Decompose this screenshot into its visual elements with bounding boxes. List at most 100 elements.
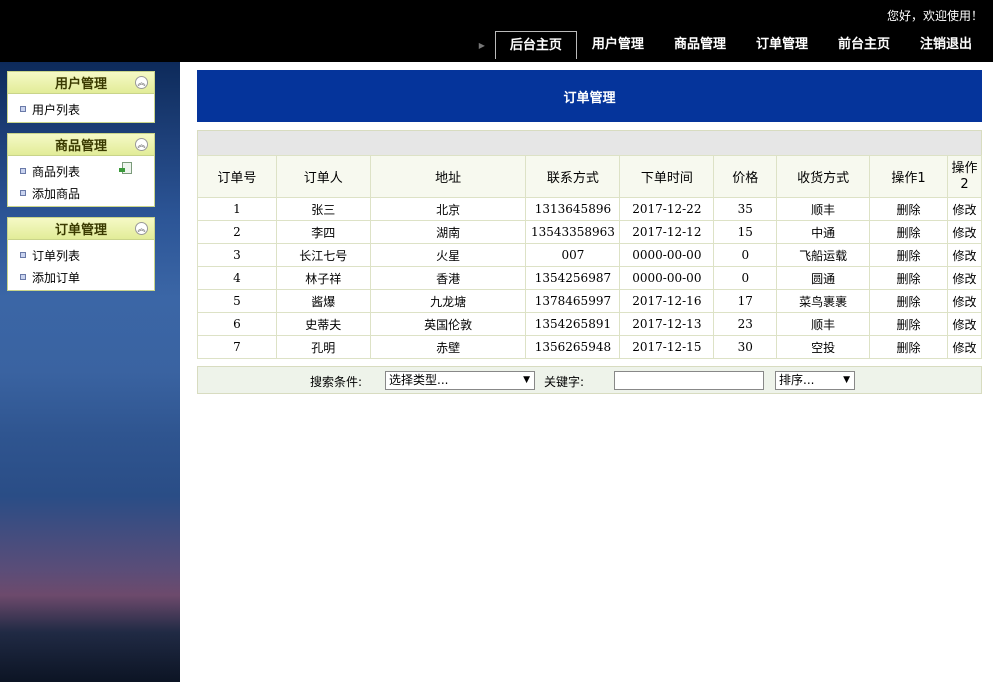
delete-link[interactable]: 删除 [869, 289, 948, 313]
sidebar-item-label: 订单列表 [32, 248, 81, 263]
col-address: 地址 [369, 155, 527, 198]
edit-link[interactable]: 修改 [946, 312, 983, 336]
cell-delivery: 圆通 [776, 266, 871, 290]
sidebar-item-label: 添加商品 [32, 186, 81, 201]
cell-delivery: 顺丰 [776, 197, 871, 221]
panel-order-management: 订单管理 ︽ 订单列表 添加订单 [7, 217, 155, 291]
cell-contact: 1356265948 [525, 335, 621, 359]
col-price: 价格 [713, 155, 778, 198]
keyword-label: 关键字: [544, 375, 585, 389]
cell-customer: 林子祥 [275, 266, 371, 290]
cell-order-time: 2017-12-12 [619, 220, 715, 244]
cell-order-time: 2017-12-22 [619, 197, 715, 221]
top-header: 您好，欢迎使用！ ▶ 后台主页 用户管理 商品管理 订单管理 前台主页 注销退出 [0, 0, 993, 62]
panel-title: 订单管理 [54, 223, 107, 238]
cell-price: 0 [713, 266, 778, 290]
bullet-icon [20, 274, 26, 280]
cell-order-id: 6 [197, 312, 277, 336]
sidebar-item-add-product[interactable]: 添加商品 [8, 182, 154, 204]
nav-front-home[interactable]: 前台主页 [823, 31, 905, 59]
panel-title: 商品管理 [54, 139, 107, 154]
table-row: 5 酱爆 九龙塘 1378465997 2017-12-16 17 菜鸟裹裹 删除 修改 [197, 289, 983, 313]
collapse-icon[interactable]: ︽ [135, 76, 148, 89]
sidebar-item-user-list[interactable]: 用户列表 [8, 98, 154, 120]
edit-link[interactable]: 修改 [946, 220, 983, 244]
nav-logout[interactable]: 注销退出 [905, 31, 987, 59]
sidebar-item-order-list[interactable]: 订单列表 [8, 244, 154, 266]
type-select-value: 选择类型... [389, 373, 449, 387]
bullet-icon [20, 106, 26, 112]
delete-link[interactable]: 删除 [869, 220, 948, 244]
keyword-input[interactable] [614, 371, 764, 390]
cell-price: 23 [713, 312, 778, 336]
edit-link[interactable]: 修改 [946, 266, 983, 290]
nav-admin-home[interactable]: 后台主页 [494, 31, 577, 59]
orders-table: 订单号 订单人 地址 联系方式 下单时间 价格 收货方式 操作1 操作2 1 张三… [197, 155, 983, 359]
bullet-icon [20, 252, 26, 258]
sidebar-item-add-order[interactable]: 添加订单 [8, 266, 154, 288]
cell-delivery: 飞船运载 [776, 243, 871, 267]
col-customer: 订单人 [275, 155, 371, 198]
type-select[interactable]: 选择类型... ▼ [385, 371, 535, 390]
cell-address: 香港 [369, 266, 527, 290]
panel-user-management: 用户管理 ︽ 用户列表 [7, 71, 155, 123]
cell-delivery: 空投 [776, 335, 871, 359]
edit-link[interactable]: 修改 [946, 289, 983, 313]
cell-address: 北京 [369, 197, 527, 221]
cell-price: 0 [713, 243, 778, 267]
delete-link[interactable]: 删除 [869, 197, 948, 221]
welcome-text: 您好，欢迎使用！ [886, 9, 983, 23]
cell-price: 35 [713, 197, 778, 221]
panel-header: 商品管理 ︽ [8, 134, 154, 156]
cell-contact: 1313645896 [525, 197, 621, 221]
nav-order-management[interactable]: 订单管理 [741, 31, 823, 59]
delete-link[interactable]: 删除 [869, 335, 948, 359]
cell-order-time: 2017-12-15 [619, 335, 715, 359]
sidebar-item-label: 商品列表 [32, 164, 81, 179]
sidebar-item-label: 添加订单 [32, 270, 81, 285]
cell-delivery: 菜鸟裹裹 [776, 289, 871, 313]
nav-arrow-icon: ▶ [478, 40, 485, 50]
cell-price: 15 [713, 220, 778, 244]
cell-order-id: 5 [197, 289, 277, 313]
collapse-icon[interactable]: ︽ [135, 138, 148, 151]
cell-price: 17 [713, 289, 778, 313]
delete-link[interactable]: 删除 [869, 266, 948, 290]
sidebar-item-label: 用户列表 [32, 102, 81, 117]
sort-select[interactable]: 排序... ▼ [775, 371, 855, 390]
cell-customer: 张三 [275, 197, 371, 221]
dropdown-arrow-icon: ▼ [523, 375, 530, 385]
cell-order-id: 4 [197, 266, 277, 290]
panel-header: 订单管理 ︽ [8, 218, 154, 240]
cell-address: 火星 [369, 243, 527, 267]
cell-contact: 007 [525, 243, 621, 267]
cell-customer: 长江七号 [275, 243, 371, 267]
top-nav: ▶ 后台主页 用户管理 商品管理 订单管理 前台主页 注销退出 [479, 31, 987, 59]
col-order-time: 下单时间 [619, 155, 715, 198]
delete-link[interactable]: 删除 [869, 312, 948, 336]
cell-contact: 1378465997 [525, 289, 621, 313]
bullet-icon [20, 190, 26, 196]
col-contact: 联系方式 [525, 155, 621, 198]
cell-contact: 1354265891 [525, 312, 621, 336]
edit-link[interactable]: 修改 [946, 197, 983, 221]
cell-contact: 13543358963 [525, 220, 621, 244]
document-icon [119, 162, 132, 174]
nav-user-management[interactable]: 用户管理 [577, 31, 659, 59]
nav-product-management[interactable]: 商品管理 [659, 31, 741, 59]
cell-order-id: 3 [197, 243, 277, 267]
collapse-icon[interactable]: ︽ [135, 222, 148, 235]
bullet-icon [20, 168, 26, 174]
table-row: 6 史蒂夫 英国伦敦 1354265891 2017-12-13 23 顺丰 删除 修改 [197, 312, 983, 336]
cell-customer: 史蒂夫 [275, 312, 371, 336]
cell-address: 英国伦敦 [369, 312, 527, 336]
table-row: 1 张三 北京 1313645896 2017-12-22 35 顺丰 删除 修改 [197, 197, 983, 221]
col-action1: 操作1 [869, 155, 948, 198]
cell-customer: 李四 [275, 220, 371, 244]
cell-customer: 酱爆 [275, 289, 371, 313]
edit-link[interactable]: 修改 [946, 243, 983, 267]
delete-link[interactable]: 删除 [869, 243, 948, 267]
edit-link[interactable]: 修改 [946, 335, 983, 359]
sidebar-item-product-list[interactable]: 商品列表 [8, 160, 154, 182]
col-order-id: 订单号 [197, 155, 277, 198]
